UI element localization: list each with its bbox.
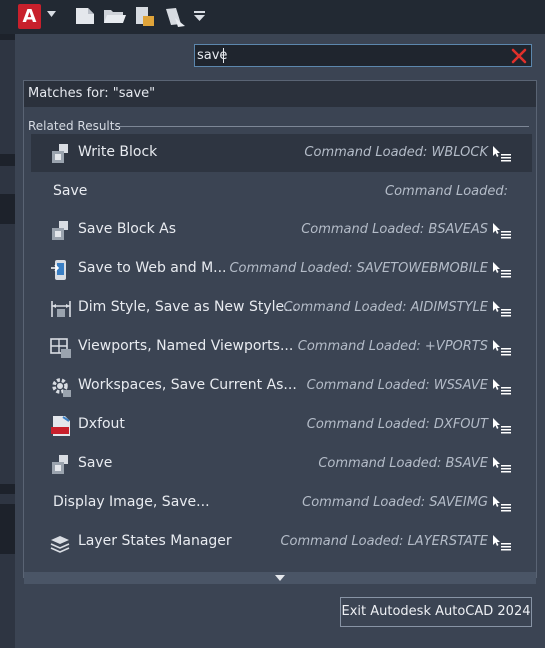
result-row-display-image-save[interactable]: Display Image, Save... Command Loaded: S… bbox=[31, 484, 532, 522]
result-row-save-block-as[interactable]: Save Block As Command Loaded: BSAVEAS bbox=[31, 211, 532, 249]
result-name: Display Image, Save... bbox=[53, 494, 210, 510]
autocad-logo-icon: A bbox=[18, 4, 41, 29]
search-results-panel: Matches for: "save" Related Results Writ… bbox=[23, 80, 537, 584]
application-menu: Matches for: "save" Related Results Writ… bbox=[15, 34, 545, 648]
scroll-down-button[interactable] bbox=[24, 572, 536, 584]
result-name: Layer States Manager bbox=[78, 533, 232, 549]
exit-autocad-button[interactable]: Exit Autodesk AutoCAD 2024 bbox=[340, 597, 532, 627]
result-command: Command Loaded: AIDIMSTYLE bbox=[283, 300, 488, 315]
result-name: Dim Style, Save as New Style... bbox=[78, 299, 298, 315]
result-command: Command Loaded: +VPORTS bbox=[297, 339, 488, 354]
write-block-icon bbox=[52, 144, 68, 163]
result-command: Command Loaded: BSAVE bbox=[318, 456, 488, 471]
search-input[interactable] bbox=[197, 45, 497, 66]
application-menu-button[interactable]: A bbox=[15, 3, 63, 31]
result-row-dim-style[interactable]: Dim Style, Save as New Style... Command … bbox=[31, 289, 532, 327]
result-name: Write Block bbox=[78, 144, 158, 160]
help-pointer-icon[interactable] bbox=[492, 534, 512, 552]
dxf-file-icon bbox=[51, 416, 70, 436]
save-block-as-icon bbox=[52, 221, 68, 240]
help-pointer-icon[interactable] bbox=[492, 378, 512, 396]
result-command: Command Loaded: WSSAVE bbox=[306, 378, 488, 393]
result-name: Save bbox=[53, 183, 88, 199]
clear-search-icon[interactable] bbox=[509, 46, 529, 66]
result-name: Save to Web and M... bbox=[78, 260, 227, 276]
result-command: Command Loaded: DXFOUT bbox=[306, 417, 488, 432]
result-command: Command Loaded: WBLOCK bbox=[304, 145, 488, 160]
help-pointer-icon[interactable] bbox=[492, 145, 512, 163]
save-to-web-icon bbox=[51, 260, 66, 280]
results-list: Related Results Write Block Command Load… bbox=[24, 107, 536, 573]
help-pointer-icon[interactable] bbox=[492, 495, 512, 513]
search-box[interactable] bbox=[194, 44, 532, 67]
result-row-dxfout[interactable]: Dxfout Command Loaded: DXFOUT bbox=[31, 406, 532, 444]
new-file-icon[interactable] bbox=[74, 6, 96, 26]
help-pointer-icon[interactable] bbox=[492, 339, 512, 357]
quick-access-toolbar: A bbox=[0, 0, 545, 34]
workspaces-gear-icon bbox=[52, 378, 71, 397]
help-pointer-icon[interactable] bbox=[492, 300, 512, 318]
save-icon[interactable] bbox=[134, 6, 156, 28]
result-row-save-to-web[interactable]: Save to Web and M... Command Loaded: SAV… bbox=[31, 250, 532, 288]
viewports-icon bbox=[50, 338, 71, 358]
chevron-down-icon bbox=[47, 11, 56, 17]
result-name: Dxfout bbox=[78, 416, 125, 432]
result-row-viewports[interactable]: Viewports, Named Viewports... Command Lo… bbox=[31, 328, 532, 366]
save-as-icon[interactable] bbox=[163, 6, 187, 28]
text-caret bbox=[223, 48, 224, 63]
dim-style-icon bbox=[51, 301, 71, 317]
result-row-workspaces[interactable]: Workspaces, Save Current As... Command L… bbox=[31, 367, 532, 405]
result-command: Command Loaded: bbox=[385, 184, 508, 199]
result-row-block-save[interactable]: Save Command Loaded: BSAVE bbox=[31, 445, 532, 483]
help-pointer-icon[interactable] bbox=[492, 456, 512, 474]
help-pointer-icon[interactable] bbox=[492, 222, 512, 240]
help-pointer-icon[interactable] bbox=[492, 417, 512, 435]
result-name: Workspaces, Save Current As... bbox=[78, 377, 297, 393]
result-command: Command Loaded: SAVETOWEBMOBILE bbox=[229, 261, 488, 276]
block-save-icon bbox=[52, 455, 68, 474]
related-results-heading: Related Results bbox=[28, 119, 121, 133]
chevron-down-icon bbox=[275, 575, 285, 581]
open-folder-icon[interactable] bbox=[103, 6, 127, 26]
customize-dropdown-icon[interactable] bbox=[194, 11, 205, 21]
divider bbox=[119, 126, 529, 127]
result-row-write-block[interactable]: Write Block Command Loaded: WBLOCK bbox=[31, 134, 532, 172]
result-row-layer-states-manager[interactable]: Layer States Manager Command Loaded: LAY… bbox=[31, 523, 532, 561]
help-pointer-icon[interactable] bbox=[492, 261, 512, 279]
result-name: Save bbox=[78, 455, 113, 471]
result-name: Viewports, Named Viewports... bbox=[78, 338, 294, 354]
result-name: Save Block As bbox=[78, 221, 176, 237]
matches-label: Matches for: "save" bbox=[28, 86, 156, 101]
result-row-save[interactable]: Save Command Loaded: bbox=[31, 173, 532, 211]
layer-states-icon bbox=[50, 536, 70, 553]
result-command: Command Loaded: SAVEIMG bbox=[302, 495, 488, 510]
result-command: Command Loaded: LAYERSTATE bbox=[280, 534, 488, 549]
result-command: Command Loaded: BSAVEAS bbox=[301, 222, 488, 237]
background-strip bbox=[0, 34, 15, 648]
